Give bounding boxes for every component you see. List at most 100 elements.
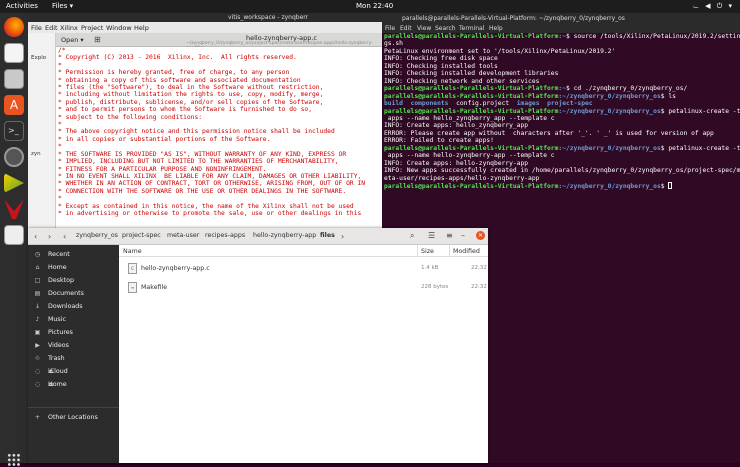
vitis-menubar: File Edit Xilinx Project Window Help (28, 22, 382, 33)
sidebar-item[interactable]: + Other Locations (34, 412, 118, 424)
sidebar-item[interactable]: ↓ Downloads (34, 301, 118, 313)
column-name[interactable]: Name (123, 248, 142, 255)
minimize-icon[interactable]: – (461, 231, 465, 240)
code-line: * (58, 143, 62, 151)
prompt-dir: :~/zynqberry_0/zynqberry_os (558, 92, 661, 100)
sidebar-item[interactable]: ⌂ Home (34, 262, 118, 274)
terminal-text: INFO: Checking network and other service… (384, 77, 540, 85)
terminal-menubar: File Edit View Search Terminal Help (382, 23, 740, 33)
text-editor-icon[interactable] (4, 43, 24, 63)
explorer-tab[interactable]: Explo (31, 55, 46, 61)
notes-icon[interactable] (4, 225, 24, 245)
term-menu-help[interactable]: Help (489, 25, 503, 32)
software-center-icon[interactable]: A (4, 95, 24, 115)
xilinx-icon[interactable] (4, 199, 24, 219)
sidebar-item-icon: ◌ (34, 381, 41, 388)
sidebar-item[interactable]: ▶ Videos (34, 340, 118, 352)
terminal-text: eta-user/recipes-apps/hello-zynqberry-ap… (384, 174, 540, 182)
code-line: * IMPLIED, INCLUDING BUT NOT LIMITED TO … (58, 158, 339, 166)
close-icon[interactable]: ✕ (476, 231, 485, 240)
project-explorer: Explo zyn (28, 33, 56, 233)
sidebar-item-icon: ◷ (34, 251, 41, 258)
sidebar-item[interactable]: ▣ Pictures (34, 327, 118, 339)
code-line: * (58, 195, 62, 203)
file-row[interactable]: ≡ Makefile 228 bytes 22:32 (119, 278, 488, 297)
search-icon[interactable]: ⌕ (410, 231, 414, 241)
breadcrumb-meta-user[interactable]: meta-user (167, 232, 199, 239)
menu-file[interactable]: File (31, 24, 42, 32)
app-grid-icon[interactable] (7, 453, 21, 467)
sidebar-item-label: Trash (48, 355, 65, 362)
new-tab-icon[interactable]: ⊞ (94, 35, 101, 44)
view-toggle-icon[interactable]: ☰ (428, 231, 435, 240)
sidebar-item[interactable]: □ Desktop (34, 275, 118, 287)
vitis-icon[interactable] (4, 173, 24, 193)
menu-help[interactable]: Help (134, 24, 149, 32)
breadcrumb-project-spec[interactable]: project-spec (122, 232, 161, 239)
eject-icon[interactable]: ⏏ (48, 381, 54, 388)
ls-entry: components (410, 100, 449, 108)
column-size[interactable]: Size (421, 248, 434, 255)
terminal-text: INFO: Checking free disk space (384, 55, 498, 63)
back-icon[interactable]: ‹ (34, 232, 37, 241)
prompt-dir: :~/zynqberry_0/zynqberry_os (558, 144, 661, 152)
terminal-line: INFO: Checking installed development lib… (384, 70, 738, 77)
terminal-text: INFO: New apps successfully created in /… (384, 167, 740, 175)
term-menu-terminal[interactable]: Terminal (459, 25, 484, 32)
terminal-text: apps --name hello-zynqberry-app --templa… (384, 152, 555, 160)
clock[interactable]: Mon 22:40 (356, 2, 393, 10)
sidebar-item[interactable]: ▤ Documents (34, 288, 118, 300)
breadcrumb-recipes-apps[interactable]: recipes-apps (205, 232, 245, 239)
terminal-line: INFO: New apps successfully created in /… (384, 167, 740, 175)
sidebar-item-label: Pictures (48, 329, 73, 336)
code-line: * and to permit persons to whom the Soft… (58, 106, 313, 114)
ls-entry: build (384, 100, 403, 108)
sidebar-item[interactable]: ◌ iCloud ⏏ (34, 366, 118, 378)
gedit-header: Open ▾ ⊞ hello-zynqberry-app.c ~/zynqber… (56, 33, 382, 51)
files-icon[interactable] (4, 69, 24, 89)
sidebar-item-icon: ▣ (34, 329, 41, 336)
sidebar-item[interactable]: ◌ Home ⏏ (34, 379, 118, 391)
menu-icon[interactable]: ≡ (446, 231, 453, 240)
term-menu-search[interactable]: Search (435, 25, 456, 32)
terminal-text: $ (660, 183, 669, 191)
terminal-line: apps --name hello_zynqberry_app --templa… (384, 115, 738, 122)
terminal-text: INFO: Create apps: hello_zynqberry_app (384, 122, 529, 130)
menu-xilinx[interactable]: Xilinx (60, 24, 78, 32)
system-tray[interactable]: ⌳ ◀ ⏻ ▾ (693, 2, 734, 11)
file-row[interactable]: Chello-zynqberry-app.c 1.4 kB 22:32 (119, 259, 488, 278)
terminal-line: INFO: Create apps: hello-zynqberry-app (384, 160, 738, 167)
terminal-line: apps --name hello-zynqberry-app --templa… (384, 152, 738, 159)
ls-entry: images (516, 100, 540, 108)
eject-icon[interactable]: ⏏ (48, 368, 54, 375)
menu-project[interactable]: Project (81, 24, 103, 32)
firefox-icon[interactable] (4, 17, 24, 37)
tree-root-item[interactable]: zyn (31, 151, 41, 157)
sidebar-item-label: Documents (48, 290, 84, 297)
menu-edit[interactable]: Edit (45, 24, 58, 32)
terminal-icon[interactable]: >_ (4, 121, 24, 141)
breadcrumb-zynqberry-os[interactable]: zynqberry_os (76, 232, 118, 239)
term-menu-view[interactable]: View (417, 25, 431, 32)
path-right-icon[interactable]: › (341, 232, 344, 241)
forward-icon[interactable]: › (48, 232, 51, 241)
terminal-text: $ ls (660, 92, 676, 100)
term-menu-file[interactable]: File (385, 25, 395, 32)
term-menu-edit[interactable]: Edit (400, 25, 412, 32)
camera-icon[interactable] (4, 147, 24, 167)
menu-window[interactable]: Window (106, 24, 132, 32)
app-menu[interactable]: Files ▾ (52, 2, 73, 10)
path-left-icon[interactable]: ‹ (63, 232, 66, 241)
sidebar-item[interactable]: ◷ Recent (34, 249, 118, 261)
code-editor[interactable]: /* * Copyright (C) 2013 - 2016 Xilinx, In… (56, 47, 382, 233)
sidebar-item[interactable]: ♪ Music (34, 314, 118, 326)
column-modified[interactable]: Modified (453, 248, 480, 255)
prompt-dir: :~/zynqberry_0/zynqberry_os (558, 183, 661, 191)
breadcrumb-hello-zynqberry-app[interactable]: hello-zynqberry-app (253, 232, 316, 239)
breadcrumb-files[interactable]: files (320, 232, 335, 239)
prompt-user: parallels@parallels-Parallels-Virtual-Pl… (384, 107, 559, 115)
open-button[interactable]: Open ▾ (61, 36, 84, 44)
activities-button[interactable]: Activities (6, 2, 38, 10)
sidebar-item[interactable]: ♲ Trash (34, 353, 118, 365)
terminal-text: apps --name hello_zynqberry_app --templa… (384, 114, 555, 122)
